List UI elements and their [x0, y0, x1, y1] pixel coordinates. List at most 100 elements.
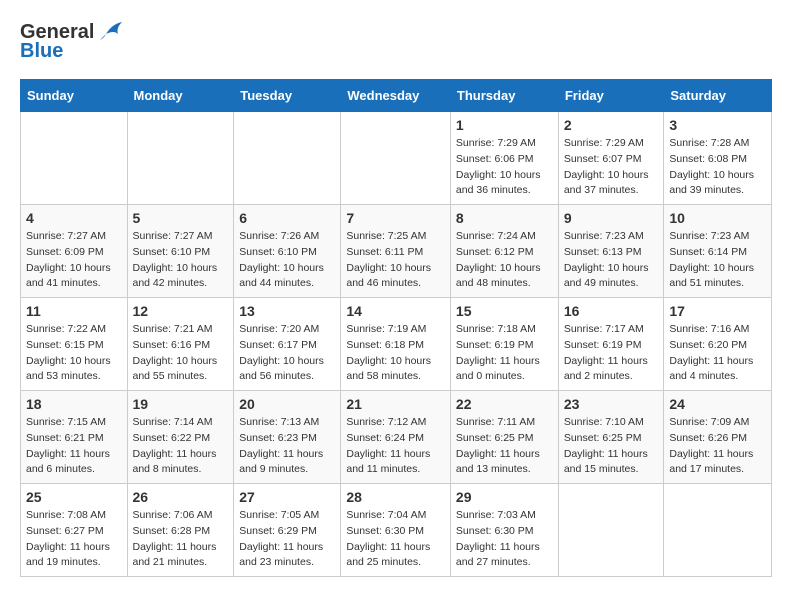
day-info: Sunrise: 7:14 AM Sunset: 6:22 PM Dayligh…: [133, 415, 229, 478]
day-number: 6: [239, 210, 335, 226]
week-row-4: 18 Sunrise: 7:15 AM Sunset: 6:21 PM Dayli…: [21, 391, 772, 484]
day-info: Sunrise: 7:15 AM Sunset: 6:21 PM Dayligh…: [26, 415, 122, 478]
day-info: Sunrise: 7:09 AM Sunset: 6:26 PM Dayligh…: [669, 415, 766, 478]
calendar-cell: 27 Sunrise: 7:05 AM Sunset: 6:29 PM Dayli…: [234, 484, 341, 577]
day-info: Sunrise: 7:21 AM Sunset: 6:16 PM Dayligh…: [133, 322, 229, 385]
day-info: Sunrise: 7:04 AM Sunset: 6:30 PM Dayligh…: [346, 508, 445, 571]
day-number: 5: [133, 210, 229, 226]
day-info: Sunrise: 7:05 AM Sunset: 6:29 PM Dayligh…: [239, 508, 335, 571]
calendar-cell: 26 Sunrise: 7:06 AM Sunset: 6:28 PM Dayli…: [127, 484, 234, 577]
day-number: 19: [133, 396, 229, 412]
calendar-cell: 17 Sunrise: 7:16 AM Sunset: 6:20 PM Dayli…: [664, 298, 772, 391]
calendar-cell: 14Sunrise: 7:19 AM Sunset: 6:18 PM Dayli…: [341, 298, 451, 391]
calendar-cell: 22Sunrise: 7:11 AM Sunset: 6:25 PM Dayli…: [450, 391, 558, 484]
calendar-cell: 20 Sunrise: 7:13 AM Sunset: 6:23 PM Dayli…: [234, 391, 341, 484]
calendar-cell: 24 Sunrise: 7:09 AM Sunset: 6:26 PM Dayli…: [664, 391, 772, 484]
calendar-cell: 1 Sunrise: 7:29 AM Sunset: 6:06 PM Daylig…: [450, 112, 558, 205]
weekday-header-wednesday: Wednesday: [341, 80, 451, 112]
day-info: Sunrise: 7:27 AM Sunset: 6:09 PM Dayligh…: [26, 229, 122, 292]
calendar: SundayMondayTuesdayWednesdayThursdayFrid…: [20, 79, 772, 577]
day-info: Sunrise: 7:23 AM Sunset: 6:13 PM Dayligh…: [564, 229, 659, 292]
day-number: 13: [239, 303, 335, 319]
day-number: 18: [26, 396, 122, 412]
day-number: 17: [669, 303, 766, 319]
day-number: 8: [456, 210, 553, 226]
day-info: Sunrise: 7:24 AM Sunset: 6:12 PM Dayligh…: [456, 229, 553, 292]
calendar-cell: 21 Sunrise: 7:12 AM Sunset: 6:24 PM Dayli…: [341, 391, 451, 484]
calendar-cell: [127, 112, 234, 205]
day-number: 20: [239, 396, 335, 412]
calendar-cell: [341, 112, 451, 205]
day-info: Sunrise: 7:12 AM Sunset: 6:24 PM Dayligh…: [346, 415, 445, 478]
day-number: 16: [564, 303, 659, 319]
day-info: Sunrise: 7:11 AM Sunset: 6:25 PM Dayligh…: [456, 415, 553, 478]
weekday-header-monday: Monday: [127, 80, 234, 112]
calendar-body: 1 Sunrise: 7:29 AM Sunset: 6:06 PM Daylig…: [21, 112, 772, 577]
week-row-5: 25 Sunrise: 7:08 AM Sunset: 6:27 PM Dayli…: [21, 484, 772, 577]
day-number: 25: [26, 489, 122, 505]
day-number: 1: [456, 117, 553, 133]
day-number: 23: [564, 396, 659, 412]
day-info: Sunrise: 7:25 AM Sunset: 6:11 PM Dayligh…: [346, 229, 445, 292]
weekday-header-row: SundayMondayTuesdayWednesdayThursdayFrid…: [21, 80, 772, 112]
day-info: Sunrise: 7:29 AM Sunset: 6:07 PM Dayligh…: [564, 136, 659, 199]
weekday-header-saturday: Saturday: [664, 80, 772, 112]
day-info: Sunrise: 7:10 AM Sunset: 6:25 PM Dayligh…: [564, 415, 659, 478]
calendar-cell: 5 Sunrise: 7:27 AM Sunset: 6:10 PM Daylig…: [127, 205, 234, 298]
day-info: Sunrise: 7:17 AM Sunset: 6:19 PM Dayligh…: [564, 322, 659, 385]
calendar-cell: 6 Sunrise: 7:26 AM Sunset: 6:10 PM Daylig…: [234, 205, 341, 298]
calendar-cell: [21, 112, 128, 205]
logo: General Blue: [20, 20, 124, 63]
day-info: Sunrise: 7:23 AM Sunset: 6:14 PM Dayligh…: [669, 229, 766, 292]
calendar-cell: 18 Sunrise: 7:15 AM Sunset: 6:21 PM Dayli…: [21, 391, 128, 484]
day-number: 11: [26, 303, 122, 319]
day-info: Sunrise: 7:26 AM Sunset: 6:10 PM Dayligh…: [239, 229, 335, 292]
day-number: 28: [346, 489, 445, 505]
page: General Blue SundayMondayTuesdayWednesda…: [0, 0, 792, 597]
weekday-header-thursday: Thursday: [450, 80, 558, 112]
calendar-cell: [558, 484, 664, 577]
day-info: Sunrise: 7:13 AM Sunset: 6:23 PM Dayligh…: [239, 415, 335, 478]
weekday-header-tuesday: Tuesday: [234, 80, 341, 112]
calendar-cell: 9 Sunrise: 7:23 AM Sunset: 6:13 PM Daylig…: [558, 205, 664, 298]
day-number: 10: [669, 210, 766, 226]
calendar-cell: 13Sunrise: 7:20 AM Sunset: 6:17 PM Dayli…: [234, 298, 341, 391]
day-info: Sunrise: 7:18 AM Sunset: 6:19 PM Dayligh…: [456, 322, 553, 385]
day-number: 14: [346, 303, 445, 319]
calendar-header: SundayMondayTuesdayWednesdayThursdayFrid…: [21, 80, 772, 112]
header: General Blue: [20, 20, 772, 63]
week-row-3: 11Sunrise: 7:22 AM Sunset: 6:15 PM Dayli…: [21, 298, 772, 391]
calendar-cell: 28 Sunrise: 7:04 AM Sunset: 6:30 PM Dayli…: [341, 484, 451, 577]
day-info: Sunrise: 7:06 AM Sunset: 6:28 PM Dayligh…: [133, 508, 229, 571]
weekday-header-friday: Friday: [558, 80, 664, 112]
calendar-cell: 19 Sunrise: 7:14 AM Sunset: 6:22 PM Dayli…: [127, 391, 234, 484]
week-row-2: 4 Sunrise: 7:27 AM Sunset: 6:09 PM Daylig…: [21, 205, 772, 298]
day-number: 2: [564, 117, 659, 133]
calendar-cell: 11Sunrise: 7:22 AM Sunset: 6:15 PM Dayli…: [21, 298, 128, 391]
calendar-cell: [664, 484, 772, 577]
day-number: 26: [133, 489, 229, 505]
day-info: Sunrise: 7:27 AM Sunset: 6:10 PM Dayligh…: [133, 229, 229, 292]
day-number: 15: [456, 303, 553, 319]
day-number: 9: [564, 210, 659, 226]
logo-blue-text: Blue: [20, 40, 63, 63]
calendar-cell: 7Sunrise: 7:25 AM Sunset: 6:11 PM Daylig…: [341, 205, 451, 298]
day-number: 27: [239, 489, 335, 505]
calendar-cell: 29Sunrise: 7:03 AM Sunset: 6:30 PM Dayli…: [450, 484, 558, 577]
day-number: 21: [346, 396, 445, 412]
calendar-cell: 15 Sunrise: 7:18 AM Sunset: 6:19 PM Dayli…: [450, 298, 558, 391]
calendar-cell: 2 Sunrise: 7:29 AM Sunset: 6:07 PM Daylig…: [558, 112, 664, 205]
day-info: Sunrise: 7:28 AM Sunset: 6:08 PM Dayligh…: [669, 136, 766, 199]
day-info: Sunrise: 7:29 AM Sunset: 6:06 PM Dayligh…: [456, 136, 553, 199]
day-info: Sunrise: 7:08 AM Sunset: 6:27 PM Dayligh…: [26, 508, 122, 571]
calendar-cell: 8 Sunrise: 7:24 AM Sunset: 6:12 PM Daylig…: [450, 205, 558, 298]
day-info: Sunrise: 7:03 AM Sunset: 6:30 PM Dayligh…: [456, 508, 553, 571]
day-info: Sunrise: 7:16 AM Sunset: 6:20 PM Dayligh…: [669, 322, 766, 385]
weekday-header-sunday: Sunday: [21, 80, 128, 112]
day-number: 4: [26, 210, 122, 226]
week-row-1: 1 Sunrise: 7:29 AM Sunset: 6:06 PM Daylig…: [21, 112, 772, 205]
day-number: 3: [669, 117, 766, 133]
calendar-cell: 23 Sunrise: 7:10 AM Sunset: 6:25 PM Dayli…: [558, 391, 664, 484]
calendar-cell: 16 Sunrise: 7:17 AM Sunset: 6:19 PM Dayli…: [558, 298, 664, 391]
day-number: 24: [669, 396, 766, 412]
